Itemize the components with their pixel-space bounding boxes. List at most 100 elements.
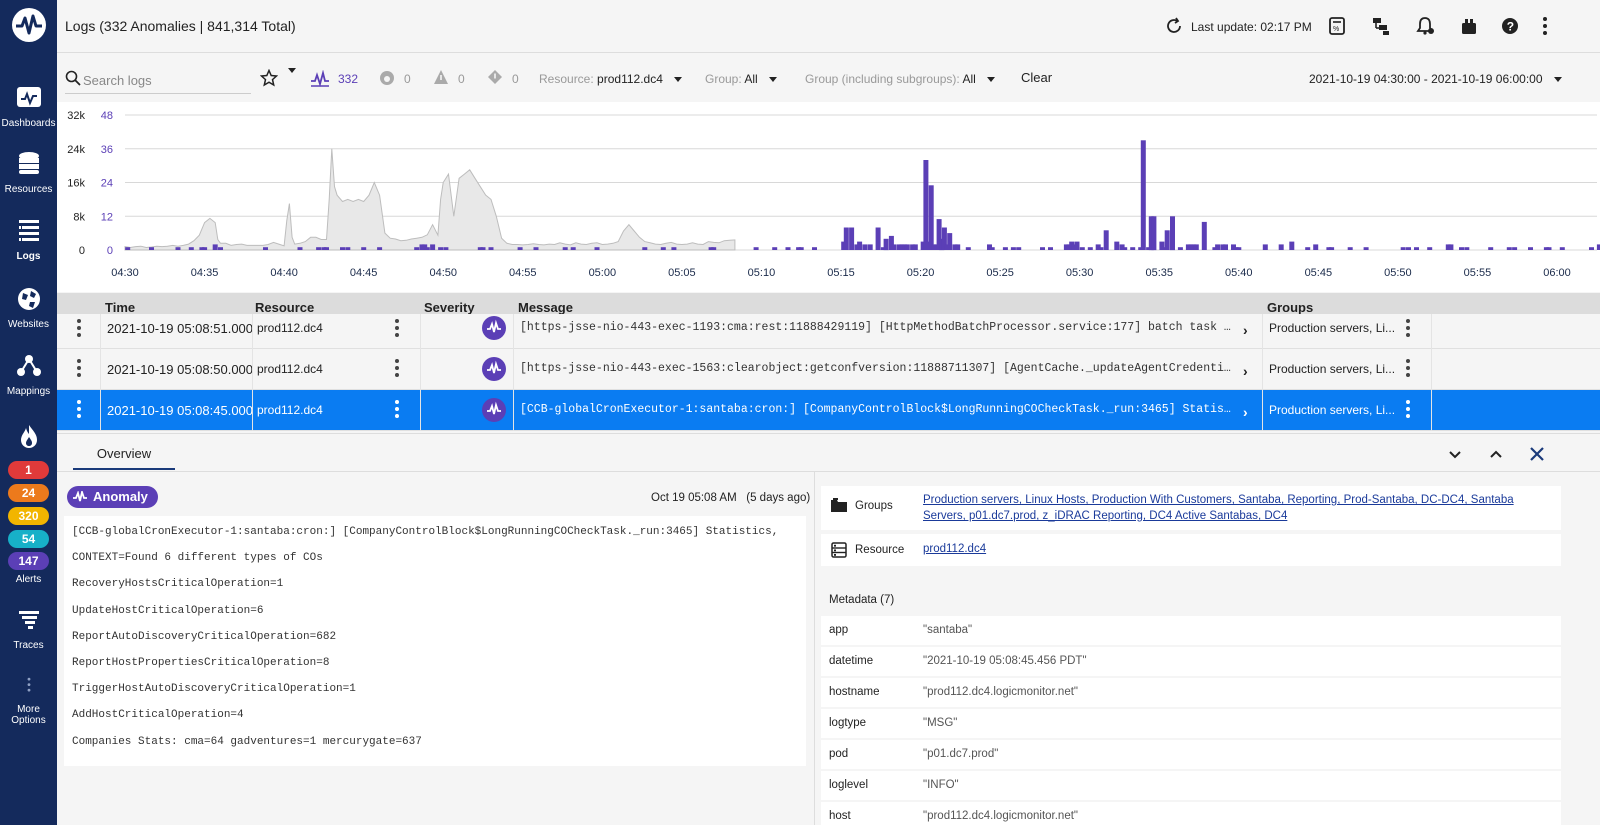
tab-overview[interactable]: Overview (73, 438, 175, 470)
sidebar-item-mappings[interactable]: Mappings (0, 352, 57, 397)
column-header-groups[interactable]: Groups (1267, 300, 1313, 315)
resource-label: Resource (855, 544, 905, 556)
metadata-row: host "prod112.dc4.logicmonitor.net" (821, 802, 1561, 825)
x-tick-label: 04:55 (509, 267, 537, 279)
column-header-message[interactable]: Message (518, 300, 573, 315)
critical-filter-icon[interactable] (379, 70, 395, 86)
sidebar-item-logs[interactable]: Logs (0, 217, 57, 262)
row-groups-menu-icon[interactable] (1406, 359, 1410, 377)
divider (252, 349, 253, 390)
anomaly-bar (1400, 247, 1406, 250)
anomaly-bar (1427, 247, 1433, 250)
x-tick-label: 05:10 (748, 267, 776, 279)
chevron-down-icon[interactable] (288, 68, 296, 73)
x-tick-label: 05:15 (827, 267, 855, 279)
row-time: 2021-10-19 05:08:50.000 (107, 362, 254, 377)
anomaly-severity-icon (482, 357, 506, 381)
error-filter-icon[interactable] (487, 69, 503, 85)
subgroup-filter[interactable]: Group (including subgroups): All (805, 72, 996, 86)
sidebar-item-resources[interactable]: Resources (0, 150, 57, 195)
log-volume-chart[interactable]: 0 0 8k 12 16k 24 24k 36 32k 48 04:30 04:35 04:40 04:4… (57, 102, 1600, 292)
warning-filter-icon[interactable] (433, 69, 449, 85)
sidebar-item-alerts[interactable] (0, 422, 57, 456)
resource-link[interactable]: prod112.dc4 (923, 543, 986, 555)
alert-badge-info[interactable]: 54 (8, 530, 49, 548)
chevron-down-icon (987, 77, 996, 83)
error-count[interactable]: 0 (512, 72, 519, 86)
alert-settings-icon[interactable] (1415, 16, 1435, 36)
anomaly-bar (1193, 244, 1199, 250)
row-resource-menu-icon[interactable] (395, 359, 399, 377)
anomaly-bar (594, 247, 600, 250)
critical-count[interactable]: 0 (404, 72, 411, 86)
resource-filter[interactable]: Resource: prod112.dc4 (539, 72, 683, 86)
chevron-right-icon[interactable]: › (1243, 404, 1248, 420)
table-row[interactable]: 2021-10-19 05:08:45.000 prod112.dc4 [CCB… (57, 390, 1600, 431)
row-menu-icon[interactable] (77, 319, 81, 337)
row-resource-menu-icon[interactable] (395, 400, 399, 418)
anomaly-count[interactable]: 332 (338, 72, 358, 86)
table-row[interactable]: 2021-10-19 05:08:51.000 prod112.dc4 [htt… (57, 314, 1600, 355)
search-box (65, 66, 251, 94)
sidebar-item-websites[interactable]: Websites (0, 285, 57, 330)
x-tick-label: 05:35 (1145, 267, 1173, 279)
star-icon[interactable] (260, 69, 278, 87)
chevron-down-icon[interactable] (1445, 444, 1465, 464)
help-icon[interactable]: ? (1500, 16, 1520, 36)
anomaly-label: Anomaly (93, 489, 148, 504)
search-input[interactable] (83, 70, 247, 90)
logicmonitor-logo[interactable] (12, 8, 46, 42)
row-menu-icon[interactable] (77, 400, 81, 418)
divider (1431, 349, 1432, 390)
anomaly-bar (671, 247, 677, 250)
sidebar-item-alerts-label[interactable]: Alerts (0, 574, 57, 585)
group-filter[interactable]: Group: All (705, 72, 778, 86)
alert-badge-critical[interactable]: 1 (8, 461, 49, 479)
close-icon[interactable] (1527, 444, 1547, 464)
anomaly-bar (849, 227, 855, 250)
metadata-title: Metadata (7) (829, 594, 895, 606)
column-header-resource[interactable]: Resource (255, 300, 314, 315)
anomaly-bar (965, 247, 971, 250)
date-range-picker[interactable]: 2021-10-19 04:30:00 - 2021-10-19 06:00:0… (1309, 72, 1562, 86)
groups-link-line[interactable]: Production servers, Linux Hosts, Product… (923, 492, 1514, 508)
x-tick-label: 04:30 (111, 267, 139, 279)
more-vertical-icon[interactable] (1535, 16, 1555, 36)
filter-bar: 332 0 0 0 Resource: prod112.dc4 Group: A… (57, 54, 1600, 102)
anomaly-bar (904, 244, 910, 250)
alert-badge-anomaly[interactable]: 147 (8, 552, 49, 570)
sidebar-item-dashboards[interactable]: Dashboards (0, 84, 57, 129)
report-icon[interactable]: % (1327, 16, 1347, 36)
alert-badge-error[interactable]: 24 (8, 484, 49, 502)
anomaly-bar (340, 247, 345, 250)
refresh-icon[interactable] (1164, 16, 1184, 36)
row-groups-menu-icon[interactable] (1406, 319, 1410, 337)
groups-links[interactable]: Production servers, Linux Hosts, Product… (923, 492, 1514, 524)
anomaly-filter-icon[interactable] (310, 70, 330, 88)
sidebar-item-traces[interactable]: Traces (0, 606, 57, 651)
logs-icon (18, 220, 39, 241)
divider (513, 390, 514, 431)
anomaly-bar (798, 247, 804, 250)
sidebar-item-more-options[interactable]: More Options (0, 676, 57, 726)
integrations-icon[interactable] (1459, 16, 1479, 36)
clear-filters-button[interactable]: Clear (1021, 70, 1052, 85)
resources-tree-icon[interactable] (1371, 16, 1391, 36)
row-menu-icon[interactable] (77, 359, 81, 377)
anomaly-icon (73, 491, 87, 502)
chevron-right-icon[interactable]: › (1243, 322, 1248, 338)
warning-count[interactable]: 0 (458, 72, 465, 86)
alert-badge-warning[interactable]: 320 (8, 507, 49, 525)
row-groups-menu-icon[interactable] (1406, 400, 1410, 418)
chevron-up-icon[interactable] (1486, 444, 1506, 464)
resource-filter-label: Resource: (539, 72, 594, 86)
metadata-row: datetime "2021-10-19 05:08:45.456 PDT" (821, 647, 1561, 676)
column-header-time[interactable]: Time (105, 300, 135, 315)
anomaly-bar (1177, 247, 1183, 250)
row-resource-menu-icon[interactable] (395, 319, 399, 337)
groups-link-line[interactable]: Servers, p01.dc7.prod, z_iDRAC Reporting… (923, 508, 1514, 524)
table-row[interactable]: 2021-10-19 05:08:50.000 prod112.dc4 [htt… (57, 349, 1600, 390)
y-right-tick-label: 0 (107, 245, 113, 257)
chevron-right-icon[interactable]: › (1243, 363, 1248, 379)
column-header-severity[interactable]: Severity (424, 300, 475, 315)
